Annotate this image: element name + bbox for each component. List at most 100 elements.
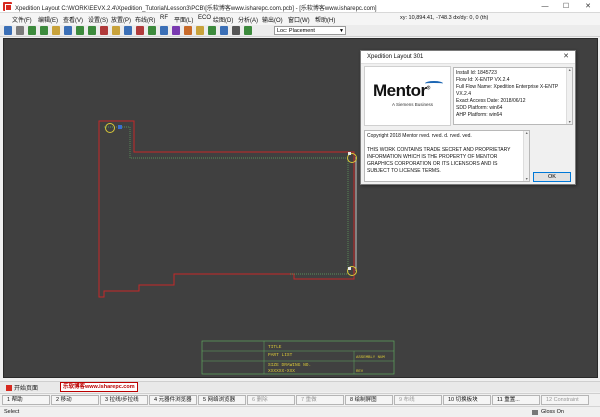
fkey-2[interactable]: 2 移动 [51,395,99,405]
fkey-10[interactable]: 10 切换板块 [443,395,491,405]
menu-item-3[interactable]: 设置(S) [88,15,108,24]
coordinate-readout: xy: 10,894.41, -748.3 dx/dy: 0, 0 (th) [400,15,489,21]
fit-icon[interactable] [100,26,108,35]
drc-icon[interactable] [136,26,144,35]
dialog-title: Xpedition Layout 301 [367,54,424,60]
via-icon[interactable] [196,26,204,35]
save-icon[interactable] [4,26,12,35]
menu-item-7[interactable]: 平面(L) [174,15,193,24]
status-bar: Select Gloss On [0,406,600,417]
dialog-close-button[interactable]: ✕ [560,52,572,62]
plane-icon[interactable] [184,26,192,35]
title-block-text: REV [356,370,364,374]
menu-item-9[interactable]: 绘图(D) [213,15,233,24]
dialog-title-bar: Xpedition Layout 301 ✕ [361,51,575,64]
grid-icon[interactable] [124,26,132,35]
function-key-bar: 1 帮助 2 移动 3 拉线/步拉线 4 元器件浏览器 5 网络浏览器 6 删除 7 重做 8… [0,393,600,405]
zoom-in-icon[interactable] [76,26,84,35]
fkey-4[interactable]: 4 元器件浏览器 [149,395,197,405]
maximize-button[interactable]: ☐ [556,0,576,13]
fkey-9[interactable]: 9 布线 [394,395,442,405]
menu-item-0[interactable]: 文件(F) [12,15,32,24]
logo-subtitle: A Siemens Business [392,102,434,107]
version-info-box[interactable]: Install Id: 1845723Flow Id: X-ENTP VX.2.… [453,67,573,125]
fkey-1[interactable]: 1 帮助 [2,395,50,405]
fkey-12[interactable]: 12 Constraint [541,395,589,405]
menu-item-2[interactable]: 查看(V) [63,15,83,24]
page-tab-bar: 开始页面 乐软博客www.isharepc.com [0,381,600,392]
place-icon[interactable] [148,26,156,35]
fkey-3[interactable]: 3 拉线/步拉线 [100,395,148,405]
select-icon[interactable] [52,26,60,35]
version-info-line: Full Flow Name: Xpedition Enterprise X-E… [456,84,559,90]
license-line: Copyright 2018 Mentor rved. rved. d. rve… [367,133,472,139]
fkey-5[interactable]: 5 网络浏览器 [198,395,246,405]
license-line: THIS WORK CONTAINS TRADE SECRET AND PROP… [367,147,511,153]
text-icon[interactable] [232,26,240,35]
gloss-indicator-icon [532,410,538,415]
move-icon[interactable] [160,26,168,35]
license-line: SUBJECT TO LICENSE TERMS. [367,168,441,174]
license-line: INFORMATION WHICH IS THE PROPERTY OF MEN… [367,154,498,160]
minimize-button[interactable]: — [535,0,555,13]
layer-icon[interactable] [112,26,120,35]
version-info-line: SDD Platform: win64 [456,105,503,111]
zoom-out-icon[interactable] [88,26,96,35]
menu-item-10[interactable]: 分析(A) [238,15,258,24]
license-line: GRAPHICS CORPORATION OR ITS LICENSORS AN… [367,161,498,167]
version-info-line: AHP Platform: win64 [456,112,503,118]
title-block-text: TITLE [268,344,282,350]
start-page-icon [6,385,12,391]
menu-item-6[interactable]: RF [160,15,168,21]
print-icon[interactable] [16,26,24,35]
gloss-status: Gloss On [541,409,564,415]
mounting-hole [105,123,115,133]
document-tab[interactable]: 乐软博客www.isharepc.com [60,382,138,392]
mentor-logo: Mentor® A Siemens Business [364,66,451,126]
title-block-text: XXXXXX-XXX [268,368,295,374]
measure-icon[interactable] [220,26,228,35]
status-text: Select [4,409,20,415]
title-block-text: SIZE DRAWING NO. [268,362,311,368]
logo-swoosh-icon [425,81,443,86]
start-page-label: 开始页面 [14,386,39,392]
menu-item-8[interactable]: ECO [198,15,211,21]
fkey-11[interactable]: 11 重置... [492,395,540,405]
menu-item-11[interactable]: 输出(O) [262,15,283,24]
license-scrollbar[interactable] [523,131,529,181]
check-icon[interactable] [244,26,252,35]
mode-select[interactable]: Loc: Placement ▼ [274,26,346,35]
board-outline [98,120,355,298]
menu-item-5[interactable]: 布线(R) [135,15,155,24]
fkey-7[interactable]: 7 重做 [296,395,344,405]
info-scrollbar[interactable] [566,68,572,124]
version-info-line: Exact Access Date: 2018/06/12 [456,98,526,104]
route-icon[interactable] [64,26,72,35]
close-button[interactable]: ✕ [578,0,598,13]
start-page-tab[interactable]: 开始页面 [6,383,38,392]
ok-button[interactable]: OK [533,172,571,182]
route-border [104,126,349,275]
origin-marker [348,267,351,270]
title-block-text: PART LIST [268,352,293,358]
origin-marker [348,152,351,155]
mode-select-value: Loc: Placement [277,28,315,34]
app-icon [3,2,12,11]
window-title: Xpedition Layout C:\WORK\EEVX.2.4\Xpedit… [15,6,377,12]
menu-item-12[interactable]: 窗口(W) [288,15,310,24]
redo-icon[interactable] [40,26,48,35]
logo-wordmark: Mentor® [373,81,430,100]
menu-item-13[interactable]: 帮助(H) [315,15,335,24]
menu-item-1[interactable]: 编辑(E) [38,15,58,24]
fkey-6[interactable]: 6 删除 [247,395,295,405]
version-info-line: VX.2.4 [456,91,472,97]
menu-item-4[interactable]: 放置(P) [111,15,131,24]
undo-icon[interactable] [28,26,36,35]
license-text-box[interactable]: Copyright 2018 Mentor rved. rved. d. rve… [364,130,530,182]
main-toolbar: Loc: Placement ▼ [0,25,600,37]
rotate-icon[interactable] [172,26,180,35]
trace-icon[interactable] [208,26,216,35]
menu-bar: xy: 10,894.41, -748.3 dx/dy: 0, 0 (th) 文… [0,13,600,25]
document-tab-label: 乐软博客www.isharepc.com [63,384,135,390]
fkey-8[interactable]: 8 绘制屏图 [345,395,393,405]
